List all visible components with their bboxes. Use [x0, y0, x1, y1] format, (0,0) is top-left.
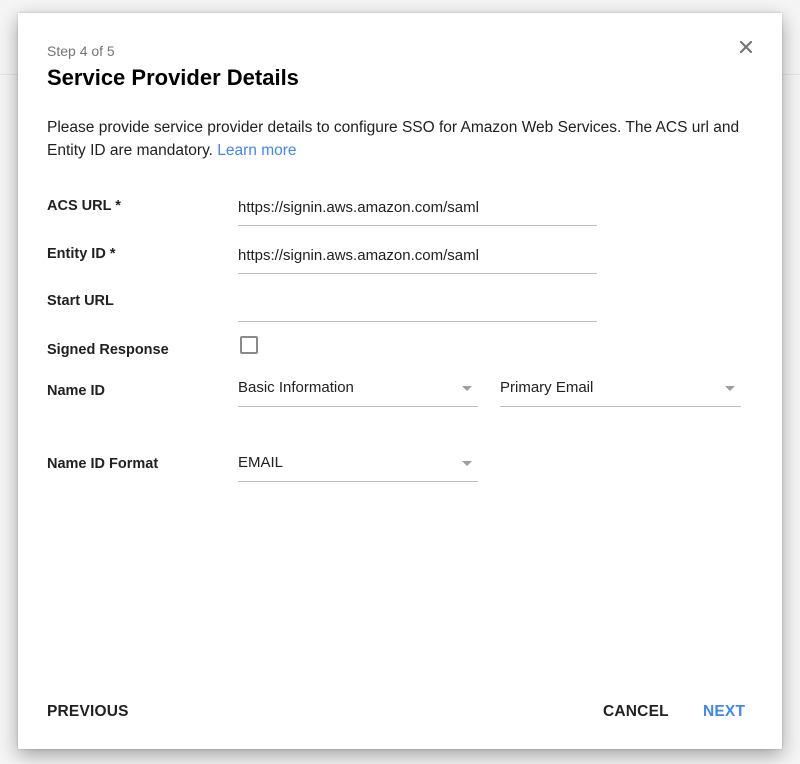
next-button[interactable]: NEXT [703, 703, 745, 721]
start-url-field-wrapper [238, 291, 597, 322]
start-url-input[interactable] [238, 291, 597, 315]
dialog-description: Please provide service provider details … [47, 116, 757, 162]
service-provider-dialog: Step 4 of 5 Service Provider Details Ple… [18, 13, 782, 749]
entity-id-label: Entity ID * [47, 246, 116, 262]
step-indicator: Step 4 of 5 [47, 43, 115, 59]
name-id-format-select[interactable]: EMAIL [238, 452, 478, 482]
name-id-format-label: Name ID Format [47, 456, 159, 472]
signed-response-label: Signed Response [47, 342, 169, 358]
name-id-category-value: Basic Information [238, 379, 354, 396]
learn-more-link[interactable]: Learn more [217, 142, 296, 159]
close-button[interactable] [736, 37, 756, 57]
previous-button[interactable]: PREVIOUS [47, 703, 129, 721]
acs-url-field-wrapper [238, 195, 597, 226]
description-text: Please provide service provider details … [47, 119, 740, 159]
start-url-label: Start URL [47, 293, 114, 309]
dropdown-arrow-icon [462, 461, 472, 466]
name-id-field-value: Primary Email [500, 379, 594, 396]
entity-id-field-wrapper [238, 243, 597, 274]
dropdown-arrow-icon [725, 386, 735, 391]
acs-url-label: ACS URL * [47, 198, 121, 214]
name-id-label: Name ID [47, 383, 106, 399]
acs-url-input[interactable] [238, 195, 597, 219]
name-id-field-select[interactable]: Primary Email [500, 377, 741, 407]
name-id-format-value: EMAIL [238, 454, 284, 471]
cancel-button[interactable]: CANCEL [603, 703, 669, 721]
close-icon [740, 41, 752, 53]
dialog-title: Service Provider Details [47, 65, 299, 90]
signed-response-checkbox[interactable] [240, 336, 258, 354]
dropdown-arrow-icon [462, 386, 472, 391]
name-id-category-select[interactable]: Basic Information [238, 377, 478, 407]
entity-id-input[interactable] [238, 243, 597, 267]
